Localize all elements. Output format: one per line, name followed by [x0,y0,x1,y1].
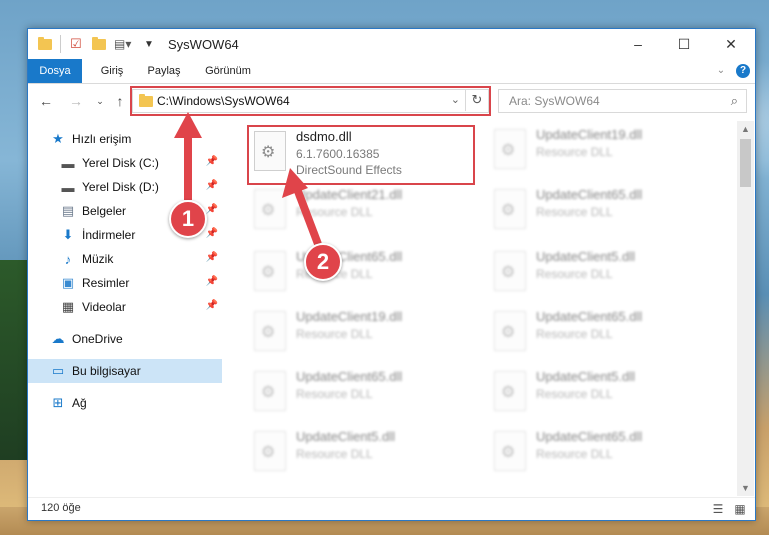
step-1-badge: 1 [169,200,207,238]
arrow-1-head [174,112,202,138]
annotation-arrows [174,112,322,246]
arrow-2-shaft [292,184,322,246]
step-2-badge: 2 [304,243,342,281]
